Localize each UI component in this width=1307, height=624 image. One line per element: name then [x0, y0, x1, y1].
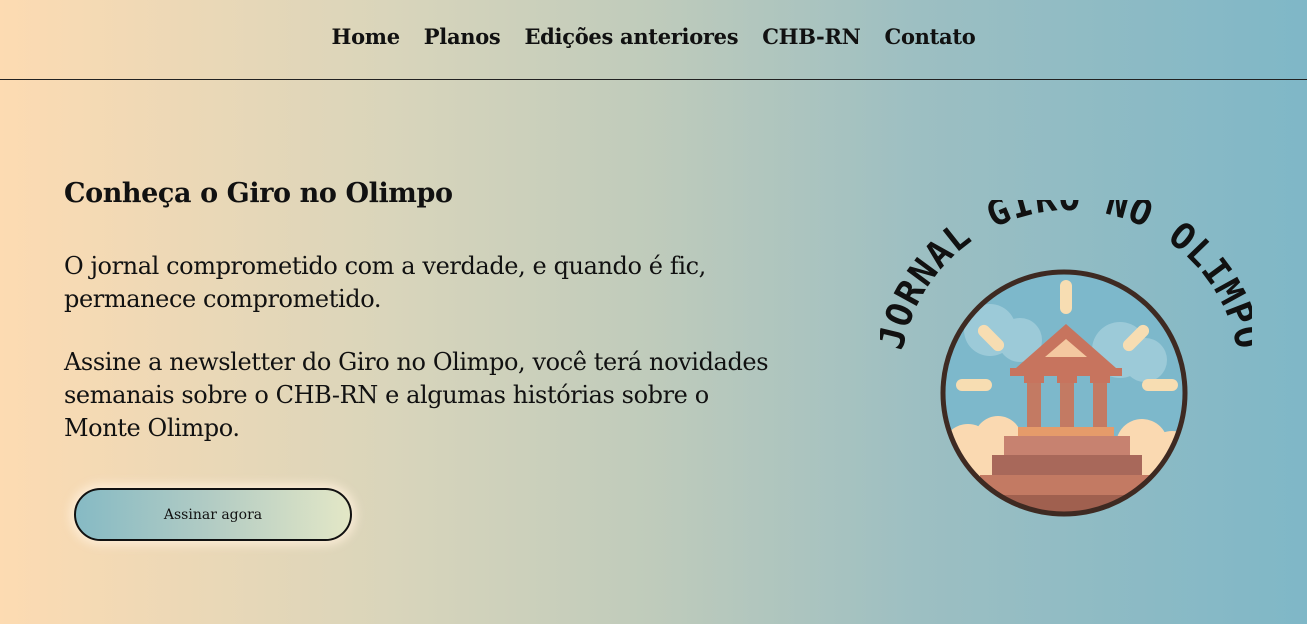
nav-contato-link[interactable]: Contato	[885, 24, 976, 49]
hero-title: Conheça o Giro no Olimpo	[64, 178, 453, 209]
nav-planos-link[interactable]: Planos	[424, 24, 501, 49]
main-nav: Home Planos Edições anteriores CHB-RN Co…	[0, 24, 1307, 49]
greek-temple-icon	[943, 272, 1185, 514]
nav-edicoes-anteriores-link[interactable]: Edições anteriores	[524, 24, 738, 49]
nav-chb-rn-link[interactable]: CHB-RN	[762, 24, 861, 49]
nav-home-link[interactable]: Home	[332, 24, 401, 49]
jornal-giro-no-olimpo-logo: JORNAL GIRO NO OLIMPO	[880, 200, 1252, 517]
hero-tagline: O jornal comprometido com a verdade, e q…	[64, 252, 706, 313]
top-navbar: Home Planos Edições anteriores CHB-RN Co…	[0, 0, 1307, 80]
hero-description: Assine a newsletter do Giro no Olimpo, v…	[64, 348, 769, 442]
subscribe-now-button[interactable]: Assinar agora	[74, 488, 352, 541]
